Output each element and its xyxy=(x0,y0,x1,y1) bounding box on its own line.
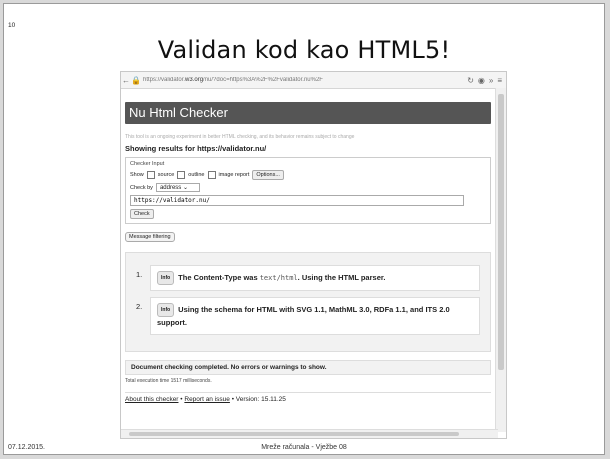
version-text: Version: 15.11.25 xyxy=(235,396,286,403)
slide: Validan kod kao HTML5! ← 🔒 https://valid… xyxy=(3,3,605,455)
report-issue-link[interactable]: Report an issue xyxy=(184,396,230,403)
checking-completed-message: Document checking completed. No errors o… xyxy=(125,360,491,375)
chevron-right-icon[interactable]: » xyxy=(489,76,493,85)
about-checker-link[interactable]: About this checker xyxy=(125,396,178,403)
footer-page-number: 10 xyxy=(8,22,16,29)
menu-icon[interactable]: ≡ xyxy=(497,76,502,85)
vertical-scrollbar[interactable] xyxy=(495,88,506,432)
extension-icon[interactable]: ◉ xyxy=(478,76,485,85)
footer-links: About this checker • Report an issue • V… xyxy=(125,396,286,403)
footer-course: Mreže računala - Vježbe 08 xyxy=(261,444,347,451)
horizontal-scrollbar[interactable] xyxy=(121,429,498,438)
execution-time: Total execution time 1517 milliseconds. xyxy=(125,378,212,384)
reload-icon[interactable]: ↻ xyxy=(467,76,474,85)
divider xyxy=(125,392,491,393)
